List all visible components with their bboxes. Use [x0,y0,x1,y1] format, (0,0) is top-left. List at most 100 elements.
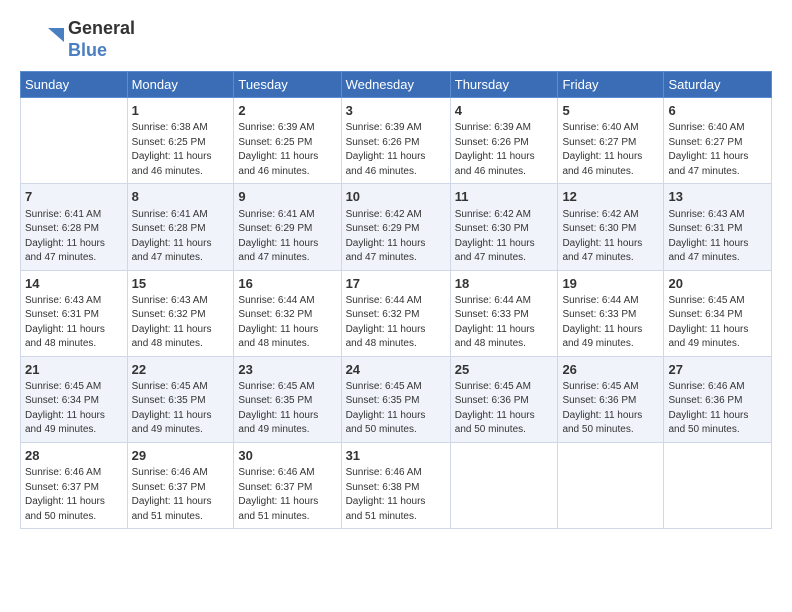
header-day-sunday: Sunday [21,72,128,98]
day-number: 17 [346,275,446,293]
calendar-cell: 20Sunrise: 6:45 AM Sunset: 6:34 PM Dayli… [664,270,772,356]
day-number: 14 [25,275,123,293]
cell-info: Sunrise: 6:42 AM Sunset: 6:29 PM Dayligh… [346,208,446,266]
calendar-cell: 12 Sunrise: 6:42 AM Sunset: 6:30 PM Dayli… [558,184,664,270]
calendar-cell: 31Sunrise: 6:46 AM Sunset: 6:38 PM Dayli… [341,442,450,528]
calendar-cell: 4Sunrise: 6:39 AM Sunset: 6:26 PM Daylig… [450,98,558,184]
cell-info: Sunrise: 6:40 AM Sunset: 6:27 PM Dayligh… [668,121,767,179]
day-number: 28 [25,447,123,465]
header-day-friday: Friday [558,72,664,98]
calendar-cell: 19Sunrise: 6:44 AM Sunset: 6:33 PM Dayli… [558,270,664,356]
day-number: 6 [668,102,767,120]
cell-info: Sunrise: 6:43 AM Sunset: 6:31 PM Dayligh… [668,208,767,266]
calendar-cell: 15Sunrise: 6:43 AM Sunset: 6:32 PM Dayli… [127,270,234,356]
day-number: 7 [25,188,123,206]
calendar-cell: 14Sunrise: 6:43 AM Sunset: 6:31 PM Dayli… [21,270,128,356]
cell-info: Sunrise: 6:45 AM Sunset: 6:35 PM Dayligh… [238,380,336,438]
calendar-cell: 28Sunrise: 6:46 AM Sunset: 6:37 PM Dayli… [21,442,128,528]
cell-info: Sunrise: 6:44 AM Sunset: 6:33 PM Dayligh… [562,294,659,352]
calendar-cell [21,98,128,184]
header-day-monday: Monday [127,72,234,98]
cell-info: Sunrise: 6:41 AM Sunset: 6:29 PM Dayligh… [238,208,336,266]
day-number: 8 [132,188,230,206]
logo-blue: Blue [68,40,135,62]
day-number: 13 [668,188,767,206]
cell-info: Sunrise: 6:39 AM Sunset: 6:26 PM Dayligh… [455,121,554,179]
cell-info: Sunrise: 6:45 AM Sunset: 6:36 PM Dayligh… [562,380,659,438]
cell-info: Sunrise: 6:39 AM Sunset: 6:25 PM Dayligh… [238,121,336,179]
day-number: 31 [346,447,446,465]
day-number: 25 [455,361,554,379]
calendar-cell: 16Sunrise: 6:44 AM Sunset: 6:32 PM Dayli… [234,270,341,356]
cell-info: Sunrise: 6:41 AM Sunset: 6:28 PM Dayligh… [132,208,230,266]
day-number: 29 [132,447,230,465]
logo-svg [20,20,64,60]
calendar-cell [450,442,558,528]
cell-info: Sunrise: 6:46 AM Sunset: 6:37 PM Dayligh… [238,466,336,524]
week-row-5: 28 Sunrise: 6:46 AM Sunset: 6:37 PM Dayli… [21,442,772,528]
logo-general: General [68,18,135,40]
calendar-cell: 13 Sunrise: 6:43 AM Sunset: 6:31 PM Dayli… [664,184,772,270]
calendar-cell: 7 Sunrise: 6:41 AM Sunset: 6:28 PM Daylig… [21,184,128,270]
day-number: 2 [238,102,336,120]
cell-info: Sunrise: 6:44 AM Sunset: 6:32 PM Dayligh… [238,294,336,352]
calendar-cell: 30Sunrise: 6:46 AM Sunset: 6:37 PM Dayli… [234,442,341,528]
calendar-cell: 11Sunrise: 6:42 AM Sunset: 6:30 PM Dayli… [450,184,558,270]
day-number: 22 [132,361,230,379]
calendar-cell [664,442,772,528]
header-day-wednesday: Wednesday [341,72,450,98]
day-number: 26 [562,361,659,379]
day-number: 21 [25,361,123,379]
week-row-1: 1Sunrise: 6:38 AM Sunset: 6:25 PM Daylig… [21,98,772,184]
day-number: 15 [132,275,230,293]
day-number: 19 [562,275,659,293]
calendar-cell: 24Sunrise: 6:45 AM Sunset: 6:35 PM Dayli… [341,356,450,442]
calendar-cell: 6Sunrise: 6:40 AM Sunset: 6:27 PM Daylig… [664,98,772,184]
page-header: GeneralBlue [20,18,772,61]
day-number: 1 [132,102,230,120]
week-row-4: 21Sunrise: 6:45 AM Sunset: 6:34 PM Dayli… [21,356,772,442]
header-day-thursday: Thursday [450,72,558,98]
calendar-cell: 18Sunrise: 6:44 AM Sunset: 6:33 PM Dayli… [450,270,558,356]
logo: GeneralBlue [20,18,135,61]
cell-info: Sunrise: 6:43 AM Sunset: 6:32 PM Dayligh… [132,294,230,352]
calendar-cell: 2Sunrise: 6:39 AM Sunset: 6:25 PM Daylig… [234,98,341,184]
cell-info: Sunrise: 6:44 AM Sunset: 6:33 PM Dayligh… [455,294,554,352]
cell-info: Sunrise: 6:45 AM Sunset: 6:34 PM Dayligh… [25,380,123,438]
header-day-saturday: Saturday [664,72,772,98]
day-number: 20 [668,275,767,293]
header-day-tuesday: Tuesday [234,72,341,98]
calendar-cell: 9 Sunrise: 6:41 AM Sunset: 6:29 PM Daylig… [234,184,341,270]
calendar-cell: 26Sunrise: 6:45 AM Sunset: 6:36 PM Dayli… [558,356,664,442]
calendar-cell: 3Sunrise: 6:39 AM Sunset: 6:26 PM Daylig… [341,98,450,184]
calendar-cell: 29Sunrise: 6:46 AM Sunset: 6:37 PM Dayli… [127,442,234,528]
day-number: 23 [238,361,336,379]
calendar-cell: 8 Sunrise: 6:41 AM Sunset: 6:28 PM Daylig… [127,184,234,270]
cell-info: Sunrise: 6:46 AM Sunset: 6:36 PM Dayligh… [668,380,767,438]
calendar-cell: 21Sunrise: 6:45 AM Sunset: 6:34 PM Dayli… [21,356,128,442]
day-number: 4 [455,102,554,120]
day-number: 18 [455,275,554,293]
cell-info: Sunrise: 6:43 AM Sunset: 6:31 PM Dayligh… [25,294,123,352]
week-row-2: 7 Sunrise: 6:41 AM Sunset: 6:28 PM Daylig… [21,184,772,270]
calendar-cell: 10 Sunrise: 6:42 AM Sunset: 6:29 PM Dayli… [341,184,450,270]
day-number: 10 [346,188,446,206]
day-number: 3 [346,102,446,120]
cell-info: Sunrise: 6:45 AM Sunset: 6:34 PM Dayligh… [668,294,767,352]
cell-info: Sunrise: 6:41 AM Sunset: 6:28 PM Dayligh… [25,208,123,266]
calendar-cell: 1Sunrise: 6:38 AM Sunset: 6:25 PM Daylig… [127,98,234,184]
calendar-cell [558,442,664,528]
cell-info: Sunrise: 6:45 AM Sunset: 6:35 PM Dayligh… [346,380,446,438]
day-number: 5 [562,102,659,120]
cell-info: Sunrise: 6:45 AM Sunset: 6:35 PM Dayligh… [132,380,230,438]
cell-info: Sunrise: 6:42 AM Sunset: 6:30 PM Dayligh… [562,208,659,266]
cell-info: Sunrise: 6:40 AM Sunset: 6:27 PM Dayligh… [562,121,659,179]
day-number: 30 [238,447,336,465]
day-number: 9 [238,188,336,206]
cell-info: Sunrise: 6:46 AM Sunset: 6:37 PM Dayligh… [132,466,230,524]
day-number: 12 [562,188,659,206]
calendar-cell: 17Sunrise: 6:44 AM Sunset: 6:32 PM Dayli… [341,270,450,356]
calendar-cell: 23Sunrise: 6:45 AM Sunset: 6:35 PM Dayli… [234,356,341,442]
cell-info: Sunrise: 6:46 AM Sunset: 6:38 PM Dayligh… [346,466,446,524]
cell-info: Sunrise: 6:45 AM Sunset: 6:36 PM Dayligh… [455,380,554,438]
